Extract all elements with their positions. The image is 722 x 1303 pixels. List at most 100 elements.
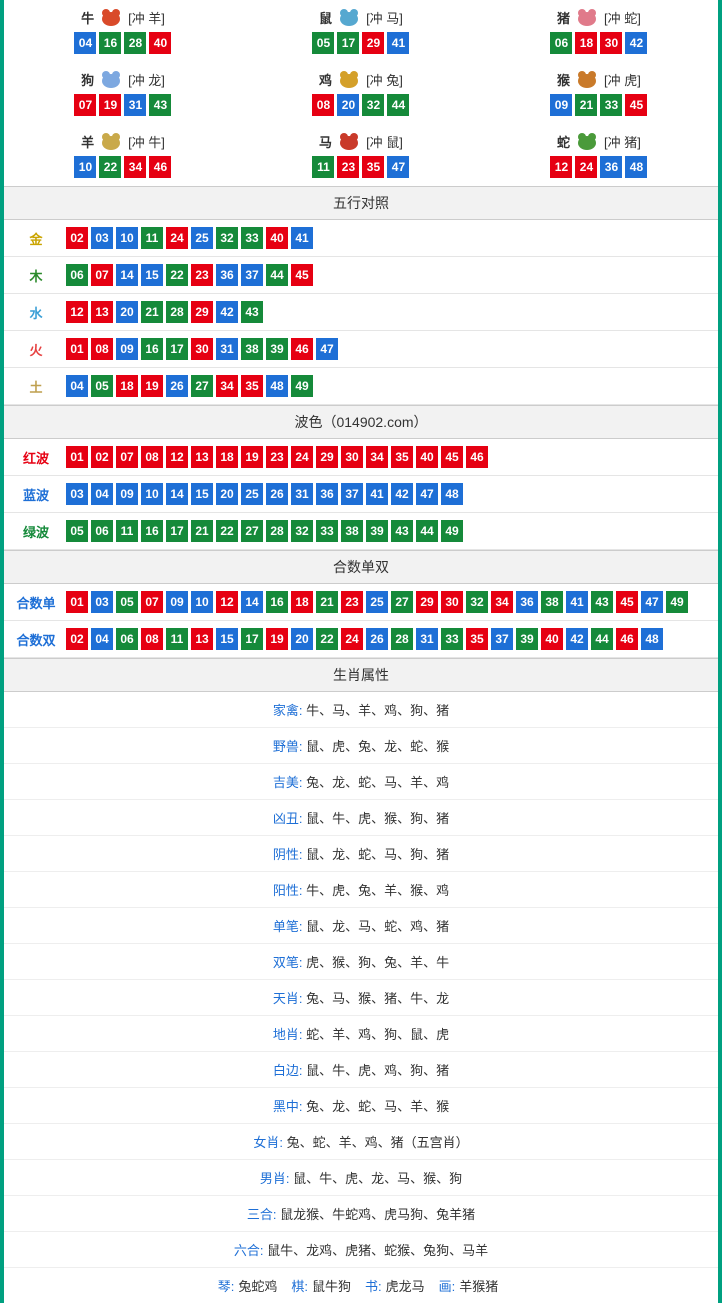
- number-ball: 33: [316, 520, 338, 542]
- zodiac-name: 鼠: [319, 8, 332, 27]
- section-heshu-header: 合数单双: [4, 550, 718, 584]
- number-ball: 13: [191, 446, 213, 468]
- number-ball: 04: [91, 628, 113, 650]
- zodiac-icon: [572, 68, 602, 90]
- zodiac-cell: 猪[冲 蛇]06183042: [480, 0, 718, 62]
- bose-table: 红波0102070812131819232429303435404546蓝波03…: [4, 439, 718, 550]
- number-ball: 37: [241, 264, 263, 286]
- zodiac-balls: 08203244: [242, 94, 480, 116]
- zodiac-balls: 05172941: [242, 32, 480, 54]
- number-ball: 22: [166, 264, 188, 286]
- number-ball: 44: [387, 94, 409, 116]
- section-shuxing-header: 生肖属性: [4, 658, 718, 692]
- number-ball: 16: [141, 338, 163, 360]
- attr-row: 黑中: 兔、龙、蛇、马、羊、猴: [4, 1088, 718, 1124]
- number-ball: 14: [116, 264, 138, 286]
- table-row: 红波 0102070812131819232429303435404546: [4, 439, 718, 476]
- zodiac-clash: [冲 蛇]: [604, 8, 641, 27]
- number-ball: 06: [66, 264, 88, 286]
- number-ball: 37: [341, 483, 363, 505]
- footer-value: 羊猴猪: [459, 1279, 498, 1294]
- ball-row: 0102070812131819232429303435404546: [66, 446, 488, 468]
- attr-key: 三合:: [247, 1207, 277, 1222]
- ball-row: 0204060811131517192022242628313335373940…: [66, 628, 663, 650]
- number-ball: 02: [66, 227, 88, 249]
- zodiac-cell: 蛇[冲 猪]12243648: [480, 124, 718, 186]
- zodiac-name: 猪: [557, 8, 570, 27]
- number-ball: 38: [541, 591, 563, 613]
- number-ball: 44: [266, 264, 288, 286]
- number-ball: 26: [366, 628, 388, 650]
- number-ball: 09: [116, 338, 138, 360]
- number-ball: 03: [66, 483, 88, 505]
- attr-key: 吉美:: [273, 775, 303, 790]
- number-ball: 46: [291, 338, 313, 360]
- footer-row: 琴:兔蛇鸡棋:鼠牛狗书:虎龙马画:羊猴猪: [4, 1268, 718, 1303]
- number-ball: 49: [291, 375, 313, 397]
- attr-key: 野兽:: [273, 739, 303, 754]
- number-ball: 40: [416, 446, 438, 468]
- number-ball: 27: [191, 375, 213, 397]
- number-ball: 34: [366, 446, 388, 468]
- number-ball: 31: [124, 94, 146, 116]
- zodiac-balls: 04162840: [4, 32, 242, 54]
- number-ball: 39: [266, 338, 288, 360]
- attr-key: 阴性:: [273, 847, 303, 862]
- number-ball: 17: [166, 520, 188, 542]
- attr-row: 家禽: 牛、马、羊、鸡、狗、猪: [4, 692, 718, 728]
- number-ball: 27: [391, 591, 413, 613]
- attr-value: 蛇、羊、鸡、狗、鼠、虎: [306, 1027, 449, 1042]
- number-ball: 02: [91, 446, 113, 468]
- number-ball: 16: [141, 520, 163, 542]
- number-ball: 32: [216, 227, 238, 249]
- zodiac-icon: [572, 6, 602, 28]
- row-label: 合数双: [14, 630, 58, 649]
- number-ball: 18: [116, 375, 138, 397]
- zodiac-icon: [334, 130, 364, 152]
- table-row: 木06071415222336374445: [4, 257, 718, 294]
- zodiac-head: 猪 [冲 蛇]: [480, 6, 718, 28]
- number-ball: 46: [466, 446, 488, 468]
- number-ball: 48: [441, 483, 463, 505]
- number-ball: 27: [241, 520, 263, 542]
- zodiac-icon: [334, 6, 364, 28]
- ball-row: 1213202128294243: [66, 301, 263, 323]
- attr-row: 阳性: 牛、虎、兔、羊、猴、鸡: [4, 872, 718, 908]
- number-ball: 20: [291, 628, 313, 650]
- table-row: 合数单0103050709101214161821232527293032343…: [4, 584, 718, 621]
- number-ball: 40: [266, 227, 288, 249]
- number-ball: 25: [241, 483, 263, 505]
- number-ball: 12: [216, 591, 238, 613]
- row-label: 红波: [14, 448, 58, 467]
- attr-key: 地肖:: [273, 1027, 303, 1042]
- attr-value: 兔、马、猴、猪、牛、龙: [306, 991, 449, 1006]
- number-ball: 39: [516, 628, 538, 650]
- zodiac-clash: [冲 马]: [366, 8, 403, 27]
- number-ball: 47: [641, 591, 663, 613]
- attr-row: 野兽: 鼠、虎、兔、龙、蛇、猴: [4, 728, 718, 764]
- number-ball: 04: [74, 32, 96, 54]
- number-ball: 17: [241, 628, 263, 650]
- number-ball: 10: [74, 156, 96, 178]
- number-ball: 20: [116, 301, 138, 323]
- number-ball: 23: [341, 591, 363, 613]
- number-ball: 47: [387, 156, 409, 178]
- number-ball: 01: [66, 591, 88, 613]
- number-ball: 15: [216, 628, 238, 650]
- number-ball: 16: [266, 591, 288, 613]
- zodiac-head: 蛇[冲 猪]: [480, 130, 718, 152]
- footer-key: 书:: [365, 1279, 382, 1294]
- number-ball: 35: [362, 156, 384, 178]
- number-ball: 46: [616, 628, 638, 650]
- zodiac-clash: [冲 猪]: [604, 132, 641, 151]
- number-ball: 29: [416, 591, 438, 613]
- number-ball: 15: [141, 264, 163, 286]
- number-ball: 28: [266, 520, 288, 542]
- number-ball: 07: [74, 94, 96, 116]
- attr-row: 女肖: 兔、蛇、羊、鸡、猪（五宫肖）: [4, 1124, 718, 1160]
- zodiac-balls: 10223446: [4, 156, 242, 178]
- zodiac-clash: [冲 鼠]: [366, 132, 403, 151]
- number-ball: 35: [391, 446, 413, 468]
- number-ball: 30: [191, 338, 213, 360]
- attr-row: 六合: 鼠牛、龙鸡、虎猪、蛇猴、兔狗、马羊: [4, 1232, 718, 1268]
